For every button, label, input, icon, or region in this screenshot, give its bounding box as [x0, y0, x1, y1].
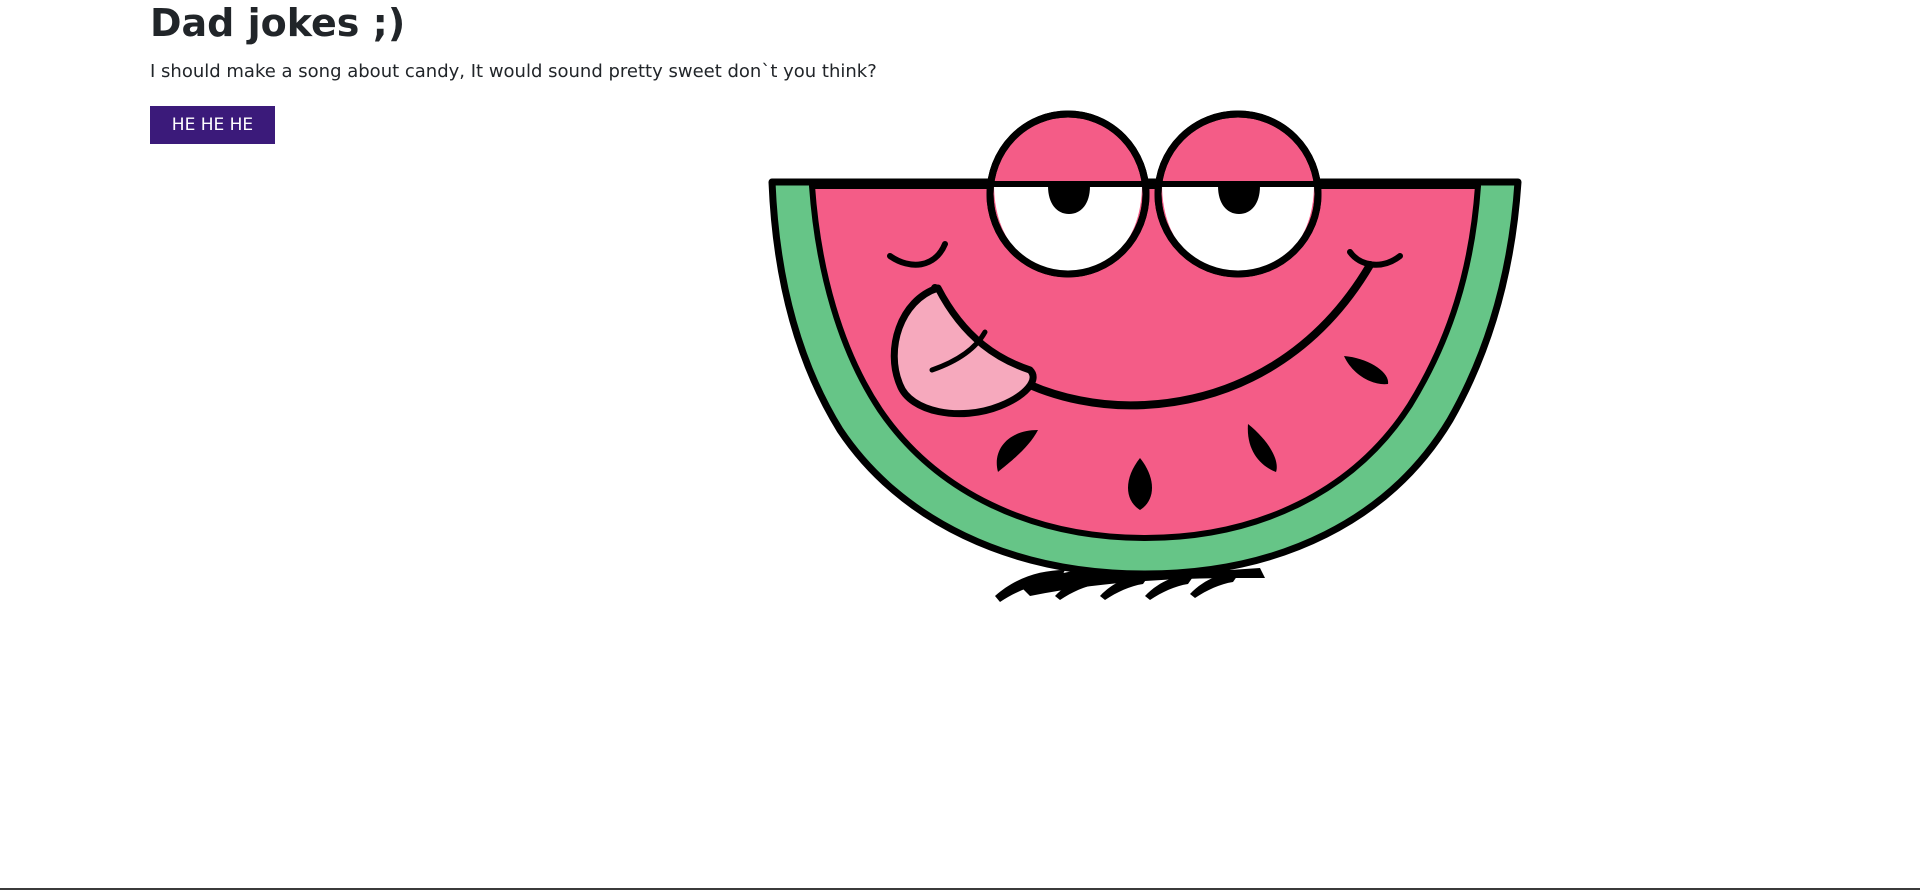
watermelon-illustration	[768, 110, 1522, 602]
page: Dad jokes ;) I should make a song about …	[0, 0, 1920, 890]
page-title: Dad jokes ;)	[150, 1, 406, 45]
joke-text: I should make a song about candy, It wou…	[150, 61, 877, 82]
he-he-he-button[interactable]: HE HE HE	[150, 106, 275, 144]
